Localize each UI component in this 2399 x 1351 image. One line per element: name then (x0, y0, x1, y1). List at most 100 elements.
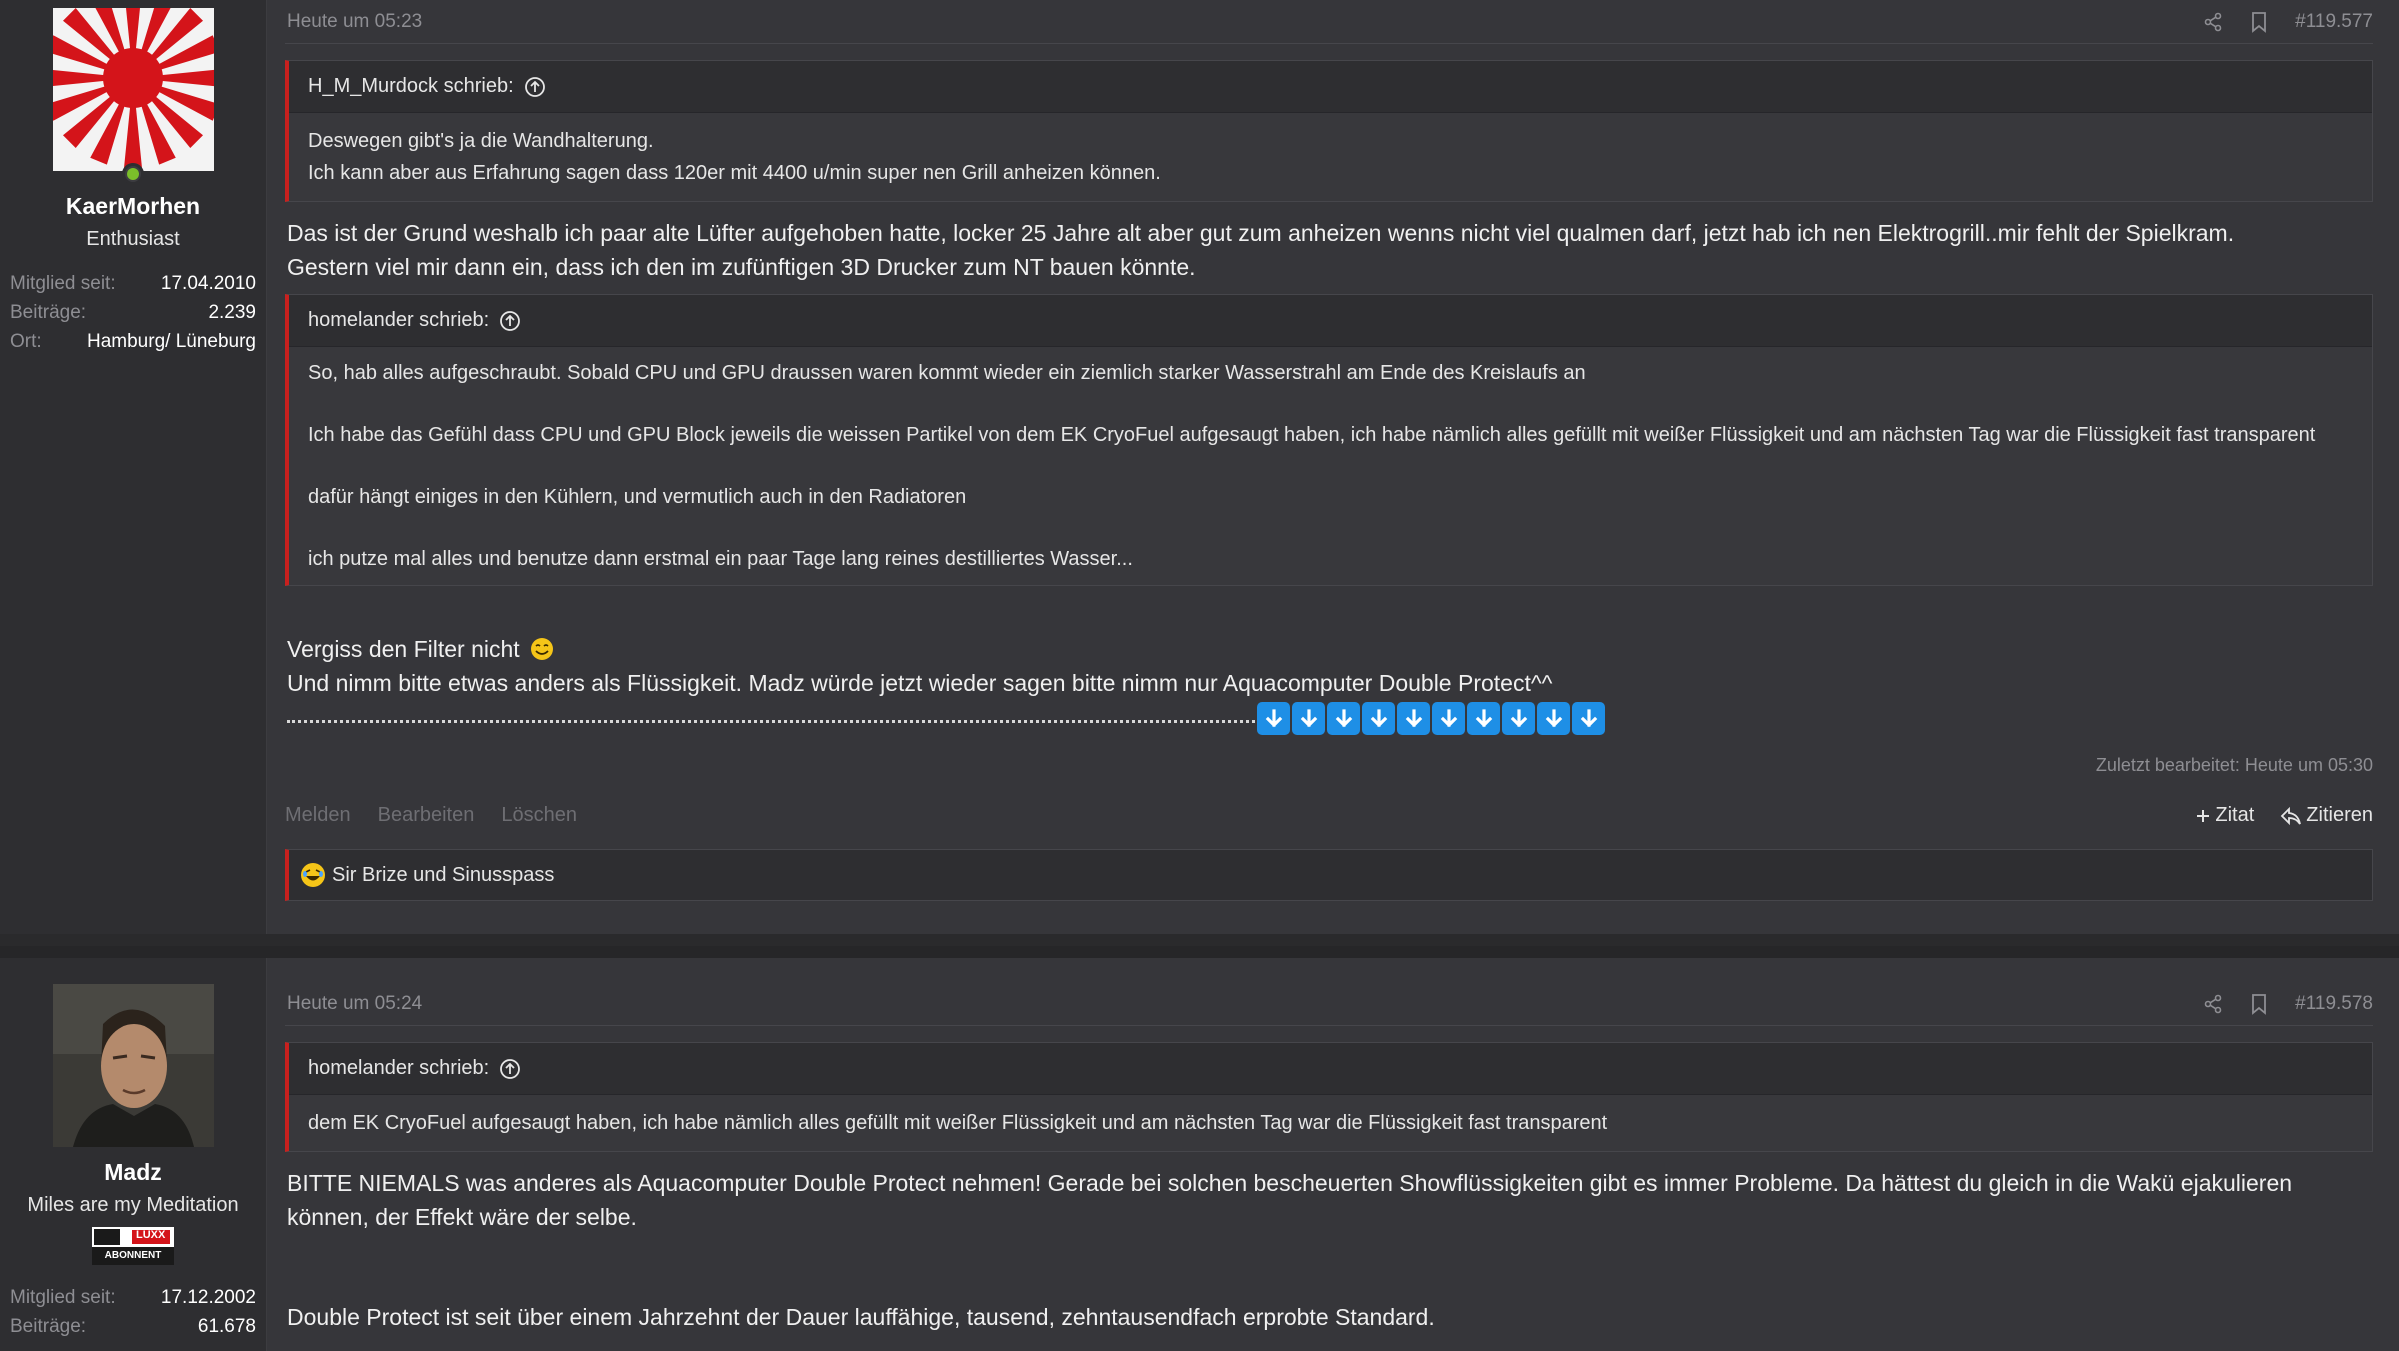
post-actions: Melden Bearbeiten Löschen Zitat Zitieren (285, 804, 2373, 827)
delete-button[interactable]: Löschen (501, 804, 577, 827)
edit-button[interactable]: Bearbeiten (378, 804, 475, 827)
badge-text: LUXX (136, 1229, 166, 1241)
last-edited: Zuletzt bearbeitet: Heute um 05:30 (2095, 755, 2373, 775)
reply-icon (2281, 806, 2302, 825)
stat-value: 2.239 (208, 302, 256, 323)
dotted-line (287, 719, 1255, 723)
post-meta: Heute um 05:23 #119.577 (285, 0, 2373, 44)
user-title: Miles are my Meditation (27, 1194, 239, 1216)
arrow-down-emoji-icon (1292, 702, 1325, 735)
laugh-emoji-icon (301, 863, 325, 887)
smile-emoji-icon (531, 638, 554, 660)
post-number[interactable]: #119.577 (2295, 11, 2373, 33)
report-button[interactable]: Melden (285, 804, 351, 827)
post: Madz Miles are my Meditation LUXX ABONNE… (0, 958, 2399, 1351)
stat-label: Beiträge: (10, 1316, 87, 1337)
reactions-users[interactable]: Sir Brize und Sinusspass (332, 864, 554, 887)
post-time[interactable]: Heute um 05:24 (285, 993, 2179, 1015)
message-paragraph: BITTE NIEMALS was anderes als Aquacomput… (287, 1170, 2293, 1230)
stat-label: Ort: (10, 331, 42, 352)
stat-value: 17.04.2010 (160, 273, 256, 294)
post-number[interactable]: #119.578 (2295, 993, 2373, 1015)
user-info: KaerMorhen Enthusiast Mitglied seit: 17.… (0, 0, 267, 934)
quote-body: dem EK CryoFuel aufgesaugt haben, ich ha… (289, 1095, 2372, 1151)
user-stats: Mitglied seit: 17.04.2010 Beiträge: 2.23… (0, 269, 266, 356)
quote-block: H_M_Murdock schrieb: Deswegen gibt's ja … (285, 60, 2373, 202)
stat-joined: Mitglied seit: 17.12.2002 (10, 1283, 256, 1312)
arrow-down-emoji-icon (1537, 702, 1570, 735)
stat-label: Beiträge: (10, 302, 87, 323)
quote-author: homelander schrieb: (308, 309, 490, 331)
arrow-up-circle-icon[interactable] (499, 310, 521, 332)
bookmark-icon[interactable] (2247, 992, 2271, 1016)
share-icon[interactable] (2201, 10, 2225, 34)
badge-subtext: ABONNENT (104, 1250, 162, 1261)
quote-author: H_M_Murdock schrieb: (308, 75, 514, 97)
bookmark-icon[interactable] (2247, 10, 2271, 34)
username[interactable]: Madz (0, 1159, 266, 1186)
arrow-down-emoji-icon (1397, 702, 1430, 735)
stat-posts: Beiträge: 2.239 (10, 298, 256, 327)
quote-body: Deswegen gibt's ja die Wandhalterung. Ic… (289, 113, 2372, 201)
post-meta: Heute um 05:24 #119.578 (285, 958, 2373, 1026)
stat-value: Hamburg/ Lüneburg (87, 331, 256, 352)
post-content: Heute um 05:23 #119.577 H_M_Murdock schr… (267, 0, 2399, 934)
quote-author: homelander schrieb: (308, 1057, 490, 1079)
message-text: Das ist der Grund weshalb ich paar alte … (285, 216, 2373, 284)
arrow-down-emoji-icon (1467, 702, 1500, 735)
reactions-bar[interactable]: Sir Brize und Sinusspass (285, 849, 2373, 901)
quote-line: Ich kann aber aus Erfahrung sagen dass 1… (308, 162, 1161, 184)
arrow-down-emoji-icon (1432, 702, 1465, 735)
divider-line (285, 702, 2373, 735)
plus-icon (2197, 809, 2210, 822)
quote-body: So, hab alles aufgeschraubt. Sobald CPU … (289, 347, 2372, 585)
message-text: BITTE NIEMALS was anderes als Aquacomput… (285, 1166, 2373, 1234)
quote-paragraph: ich putze mal alles und benutze dann ers… (308, 548, 1133, 570)
message-paragraph: Das ist der Grund weshalb ich paar alte … (287, 220, 2235, 246)
reply-button[interactable]: Zitieren (2280, 804, 2373, 827)
stat-value: 61.678 (197, 1316, 256, 1337)
quote-paragraph: dafür hängt einiges in den Kühlern, und … (308, 486, 967, 508)
arrow-up-circle-icon[interactable] (524, 76, 546, 98)
multiquote-label: Zitat (2215, 804, 2255, 826)
quote-block: homelander schrieb: dem EK CryoFuel aufg… (285, 1042, 2373, 1152)
username[interactable]: KaerMorhen (0, 193, 266, 220)
arrow-down-emoji-icon (1572, 702, 1605, 735)
share-icon[interactable] (2201, 992, 2225, 1016)
arrow-up-circle-icon[interactable] (499, 1058, 521, 1080)
multiquote-button[interactable]: Zitat (2195, 804, 2254, 827)
subscriber-badge: LUXX ABONNENT (92, 1227, 174, 1265)
stat-label: Mitglied seit: (10, 1287, 116, 1308)
message-paragraph: Double Protect ist seit über einem Jahrz… (287, 1304, 1435, 1330)
avatar[interactable] (52, 8, 214, 171)
avatar[interactable] (52, 984, 214, 1147)
reply-label: Zitieren (2306, 804, 2373, 826)
quote-line: Deswegen gibt's ja die Wandhalterung. (308, 130, 654, 152)
stat-posts: Beiträge: 61.678 (10, 1312, 256, 1341)
quote-line: dem EK CryoFuel aufgesaugt haben, ich ha… (308, 1112, 1608, 1134)
arrow-down-emoji-icon (1502, 702, 1535, 735)
message-paragraph: Vergiss den Filter nicht (287, 632, 2373, 666)
post: KaerMorhen Enthusiast Mitglied seit: 17.… (0, 0, 2399, 946)
user-stats: Mitglied seit: 17.12.2002 Beiträge: 61.6… (0, 1283, 266, 1341)
message-paragraph: Gestern viel mir dann ein, dass ich den … (287, 254, 1196, 280)
user-title: Enthusiast (86, 228, 180, 250)
arrow-down-emoji-icon (1362, 702, 1395, 735)
quote-header: H_M_Murdock schrieb: (289, 61, 2372, 113)
stat-location: Ort: Hamburg/ Lüneburg (10, 327, 256, 356)
post-time[interactable]: Heute um 05:23 (285, 11, 2179, 33)
quote-block: homelander schrieb: So, hab alles aufges… (285, 294, 2373, 586)
arrow-down-emoji-icon (1327, 702, 1360, 735)
stat-joined: Mitglied seit: 17.04.2010 (10, 269, 256, 298)
arrow-emoji-row (1255, 702, 1605, 735)
message-text: Double Protect ist seit über einem Jahrz… (285, 1300, 2373, 1334)
post-content: Heute um 05:24 #119.578 homelander schri… (267, 958, 2399, 1351)
message-paragraph: Und nimm bitte etwas anders als Flüssigk… (287, 670, 1553, 696)
stat-label: Mitglied seit: (10, 273, 116, 294)
online-status-icon (121, 163, 144, 185)
message-line: Vergiss den Filter nicht (287, 636, 520, 662)
stat-value: 17.12.2002 (160, 1287, 256, 1308)
quote-paragraph: So, hab alles aufgeschraubt. Sobald CPU … (308, 362, 1586, 384)
quote-header: homelander schrieb: (289, 295, 2372, 347)
quote-header: homelander schrieb: (289, 1043, 2372, 1095)
